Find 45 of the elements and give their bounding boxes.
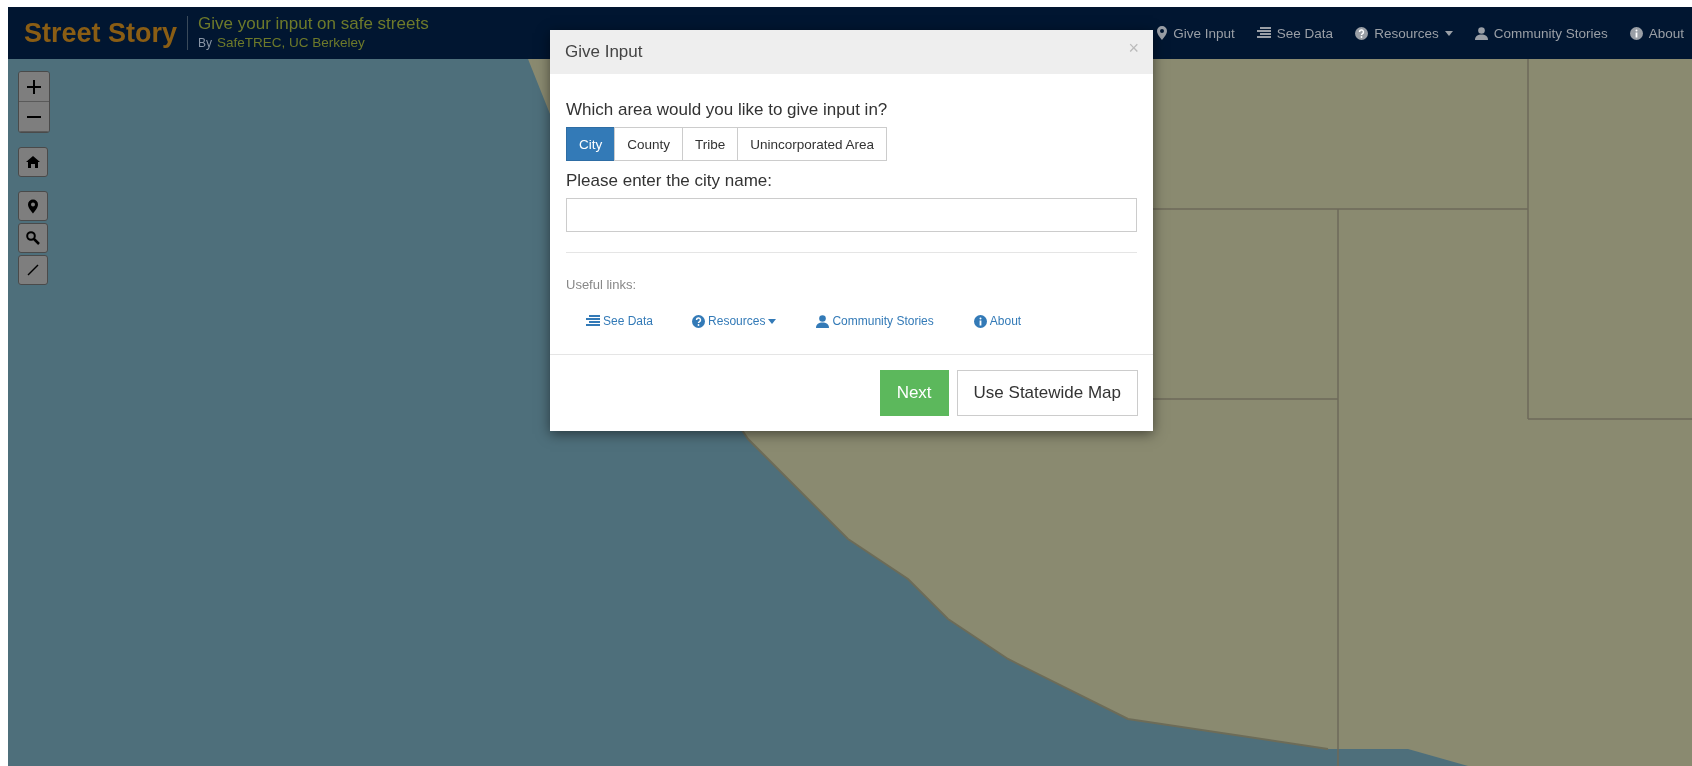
zoom-in-button[interactable] — [19, 72, 49, 102]
area-option-button[interactable]: Unincorporated Area — [737, 127, 888, 161]
minus-icon — [27, 115, 41, 118]
home-button[interactable] — [18, 147, 48, 177]
locate-button[interactable] — [18, 191, 48, 221]
nav-link[interactable]: See Data — [1256, 25, 1334, 41]
dialog-title: Give Input — [565, 42, 643, 62]
nav-link[interactable]: Community Stories — [1474, 25, 1608, 41]
search-icon — [26, 231, 40, 245]
person-icon — [1474, 26, 1488, 40]
useful-link[interactable]: See Data — [586, 314, 654, 328]
field-label: Please enter the city name: — [566, 171, 773, 191]
caret-icon — [1444, 30, 1453, 36]
measure-button[interactable] — [18, 255, 48, 285]
area-option-button[interactable]: City — [566, 127, 616, 161]
nav-link[interactable]: About — [1629, 25, 1684, 41]
list-icon — [1256, 27, 1271, 39]
zoom-out-button[interactable] — [19, 102, 49, 132]
area-question: Which area would you like to give input in? — [566, 100, 889, 120]
map-pin-icon — [1157, 26, 1168, 40]
useful-link[interactable]: Community Stories — [816, 314, 934, 328]
useful-links-label: Useful links: — [566, 277, 638, 292]
diagonal-line-icon — [27, 264, 39, 276]
byline-text: SafeTREC, UC Berkeley — [217, 33, 365, 52]
question-icon — [1355, 26, 1369, 40]
byline-prefix: By — [198, 34, 213, 52]
plus-icon — [27, 79, 41, 94]
person-icon — [816, 314, 830, 328]
city-name-field[interactable] — [566, 198, 1137, 232]
search-button[interactable] — [18, 223, 48, 253]
nav-link[interactable]: Give Input — [1157, 25, 1235, 41]
list-icon — [586, 315, 600, 327]
area-option-button[interactable]: County — [614, 127, 684, 161]
useful-link[interactable]: About — [973, 314, 1022, 328]
map-pin-icon — [28, 198, 38, 214]
site-tagline: Give your input on safe streets — [198, 13, 429, 33]
caret-icon — [768, 318, 777, 324]
info-icon — [973, 314, 987, 328]
home-icon — [26, 156, 40, 168]
area-option-button[interactable]: Tribe — [682, 127, 739, 161]
question-icon — [692, 314, 706, 328]
useful-link[interactable]: Resources — [692, 314, 777, 328]
info-icon — [1629, 26, 1643, 40]
nav-link[interactable]: Resources — [1355, 25, 1453, 41]
statewide-map-button[interactable]: Use Statewide Map — [956, 370, 1138, 416]
